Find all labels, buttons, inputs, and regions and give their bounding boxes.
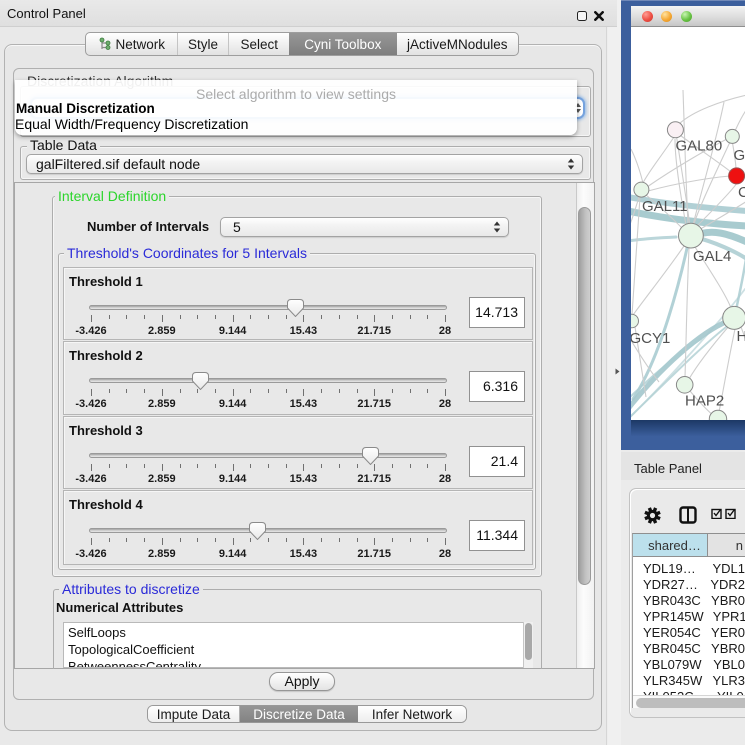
svg-text:C: C [738, 184, 745, 201]
svg-text:G.: G. [734, 147, 745, 164]
svg-text:GAL4: GAL4 [693, 248, 731, 265]
svg-text:GAL11: GAL11 [642, 198, 688, 215]
svg-text:H: H [737, 328, 745, 345]
svg-text:GCY1: GCY1 [631, 330, 670, 347]
svg-text:HAP2: HAP2 [685, 393, 724, 410]
svg-text:GAL80: GAL80 [676, 138, 723, 155]
